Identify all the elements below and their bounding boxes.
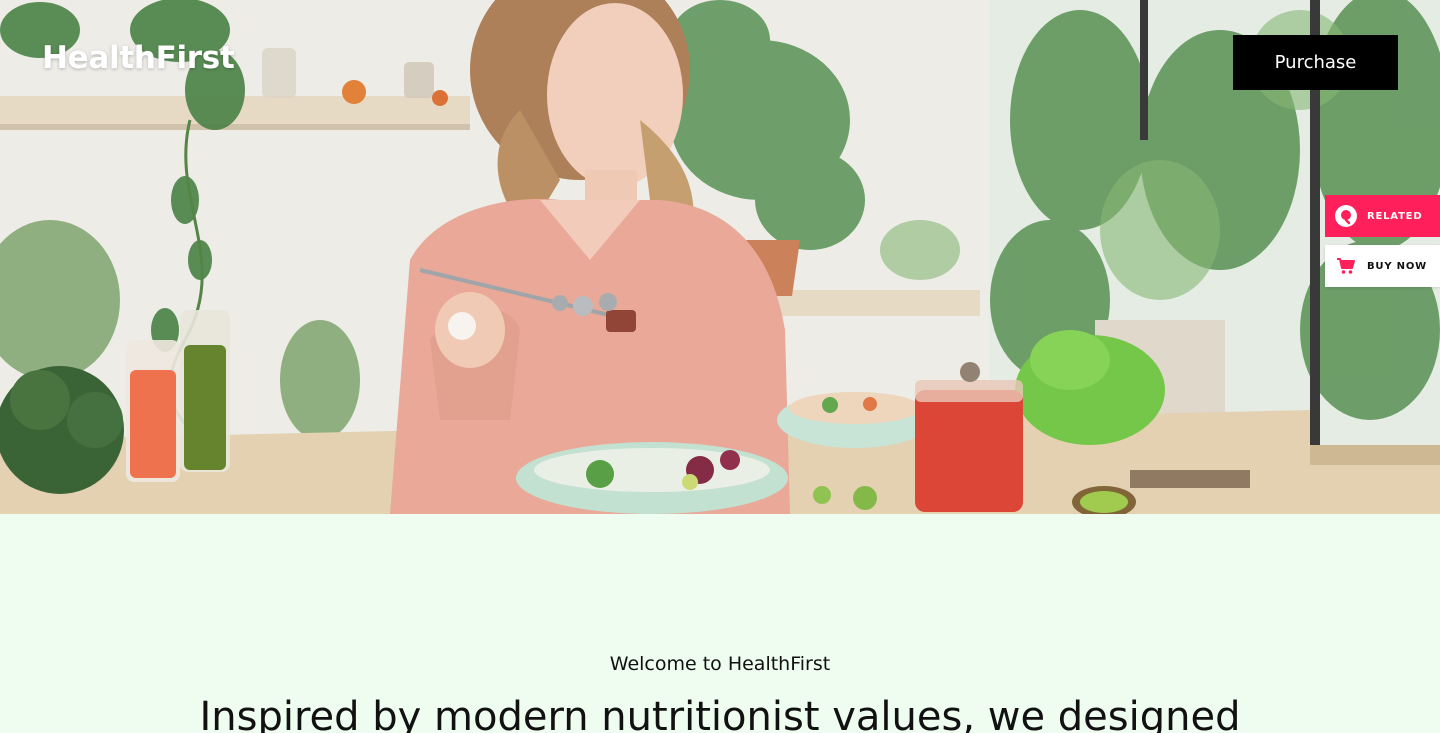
intro-headline: Inspired by modern nutritionist values, … bbox=[199, 694, 1241, 733]
purchase-button[interactable]: Purchase bbox=[1233, 35, 1398, 90]
cart-icon bbox=[1334, 254, 1358, 278]
welcome-section: Welcome to HealthFirst Inspired by moder… bbox=[0, 514, 1440, 733]
related-icon bbox=[1334, 204, 1358, 228]
welcome-eyebrow: Welcome to HealthFirst bbox=[609, 653, 831, 675]
hero-photo bbox=[0, 0, 1440, 514]
brand-logo[interactable]: HealthFirst bbox=[42, 40, 235, 76]
related-label: RELATED bbox=[1367, 210, 1423, 222]
hero-section: HealthFirst Purchase bbox=[0, 0, 1440, 514]
related-tab[interactable]: RELATED bbox=[1325, 195, 1440, 237]
page: HealthFirst Purchase RELATED BUY NOW Wel… bbox=[0, 0, 1440, 733]
buy-now-tab[interactable]: BUY NOW bbox=[1325, 245, 1440, 287]
buy-now-label: BUY NOW bbox=[1367, 260, 1427, 272]
